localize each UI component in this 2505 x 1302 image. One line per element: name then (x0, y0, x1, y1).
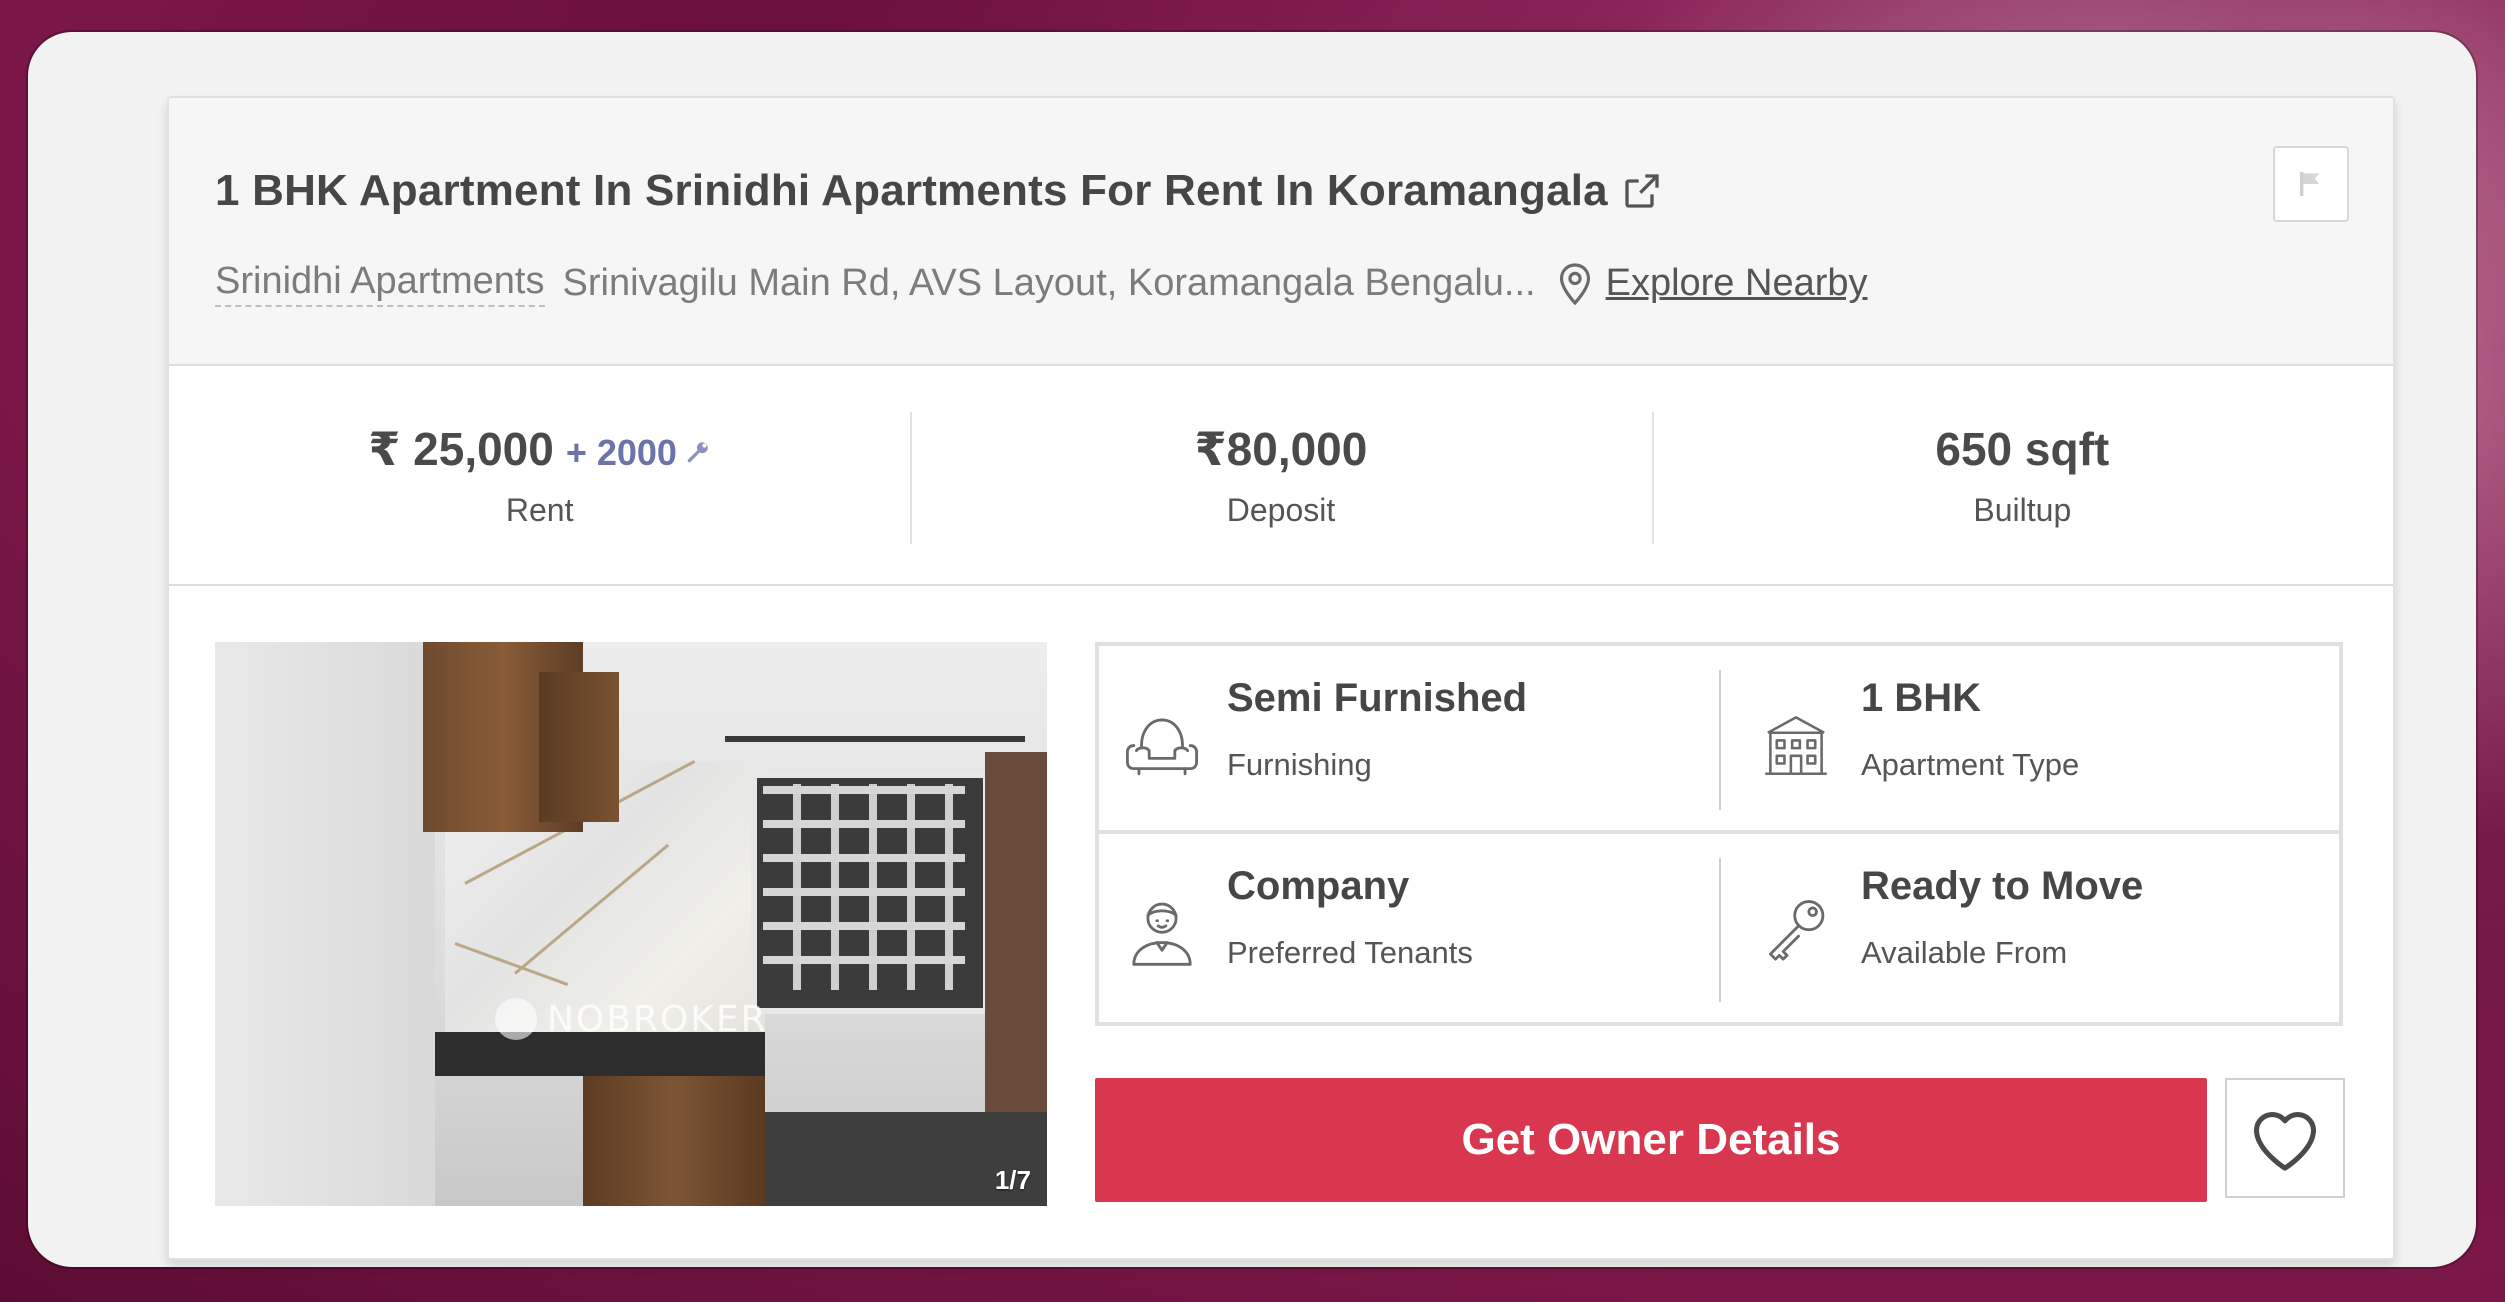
photo-wall (215, 642, 435, 1206)
tenants-detail: Company Preferred Tenants (1099, 834, 1719, 1022)
listing-header: 1 BHK Apartment In Srinidhi Apartments F… (169, 98, 2393, 366)
apartment-type-value: 1 BHK (1861, 676, 1982, 720)
society-name[interactable]: Srinidhi Apartments (215, 260, 545, 307)
availability-label: Available From (1861, 935, 2068, 970)
listing-photo[interactable]: NOBROKER 1/7 (215, 642, 1047, 1206)
listing-card: 1 BHK Apartment In Srinidhi Apartments F… (167, 96, 2395, 1260)
person-icon (1132, 902, 1192, 966)
location-pin-icon (1559, 262, 1590, 305)
watermark-logo-icon (495, 998, 537, 1040)
builtup-stat: 650 sqft Builtup (1651, 366, 2393, 584)
listing-location-row: Srinidhi Apartments Srinivagilu Main Rd,… (215, 260, 1868, 307)
rent-value: ₹ 25,000 (368, 422, 554, 475)
maintenance-charge[interactable]: + 2000 (566, 432, 677, 474)
key-icon (1768, 900, 1825, 961)
listing-title-link[interactable]: 1 BHK Apartment In Srinidhi Apartments F… (215, 166, 1662, 216)
furnishing-label: Furnishing (1227, 747, 1372, 782)
apartment-type-label: Apartment Type (1861, 747, 2080, 782)
building-icon (1765, 716, 1827, 776)
get-owner-details-button[interactable]: Get Owner Details (1095, 1078, 2207, 1202)
external-link-icon[interactable] (1622, 171, 1662, 211)
apartment-type-text: 1 BHK Apartment Type (1861, 676, 2079, 783)
explore-nearby-link[interactable]: Explore Nearby (1606, 262, 1868, 305)
builtup-label: Builtup (1973, 491, 2072, 528)
listing-address: Srinivagilu Main Rd, AVS Layout, Koraman… (562, 262, 1536, 304)
shortlist-button[interactable] (2225, 1078, 2345, 1198)
photo-upper-cabinet-shelf (539, 672, 619, 822)
photo-window-grill (763, 784, 965, 990)
heart-icon (2253, 1112, 2317, 1171)
sofa-icon (1125, 718, 1199, 776)
rent-label: Rent (505, 491, 574, 528)
deposit-stat: ₹80,000 Deposit (910, 366, 1651, 584)
listing-title[interactable]: 1 BHK Apartment In Srinidhi Apartments F… (215, 166, 1608, 216)
builtup-value: 650 sqft (1935, 422, 2110, 475)
furnishing-value: Semi Furnished (1227, 676, 1528, 720)
wrench-icon (687, 441, 708, 462)
tenants-value: Company (1227, 864, 1410, 908)
photo-watermark: NOBROKER (495, 998, 768, 1040)
tenants-label: Preferred Tenants (1227, 935, 1473, 970)
photo-lower-cabinet (583, 1076, 765, 1206)
screenshot-frame: 1 BHK Apartment In Srinidhi Apartments F… (28, 32, 2476, 1267)
availability-detail: Ready to Move Available From (1719, 834, 2339, 1022)
availability-text: Ready to Move Available From (1861, 864, 2143, 971)
flag-icon (2300, 172, 2319, 196)
apartment-type-detail: 1 BHK Apartment Type (1719, 646, 2339, 834)
report-flag-button[interactable] (2273, 146, 2349, 222)
furnishing-detail: Semi Furnished Furnishing (1099, 646, 1719, 834)
price-stats-bar: ₹ 25,000 + 2000 Rent ₹80,000 Deposit 650… (169, 366, 2393, 586)
rent-value-row: ₹ 25,000 + 2000 (368, 422, 711, 476)
furnishing-text: Semi Furnished Furnishing (1227, 676, 1527, 783)
deposit-label: Deposit (1226, 491, 1336, 528)
availability-value: Ready to Move (1861, 864, 2144, 908)
rent-stat: ₹ 25,000 + 2000 Rent (169, 366, 910, 584)
property-details-grid: Semi Furnished Furnishing 1 BHK Apartmen… (1095, 642, 2343, 1026)
deposit-value: ₹80,000 (1194, 422, 1368, 475)
photo-counter: 1/7 (994, 1165, 1031, 1195)
tenants-text: Company Preferred Tenants (1227, 864, 1473, 971)
watermark-text: NOBROKER (547, 998, 768, 1040)
photo-curtain-rod (725, 736, 1025, 742)
